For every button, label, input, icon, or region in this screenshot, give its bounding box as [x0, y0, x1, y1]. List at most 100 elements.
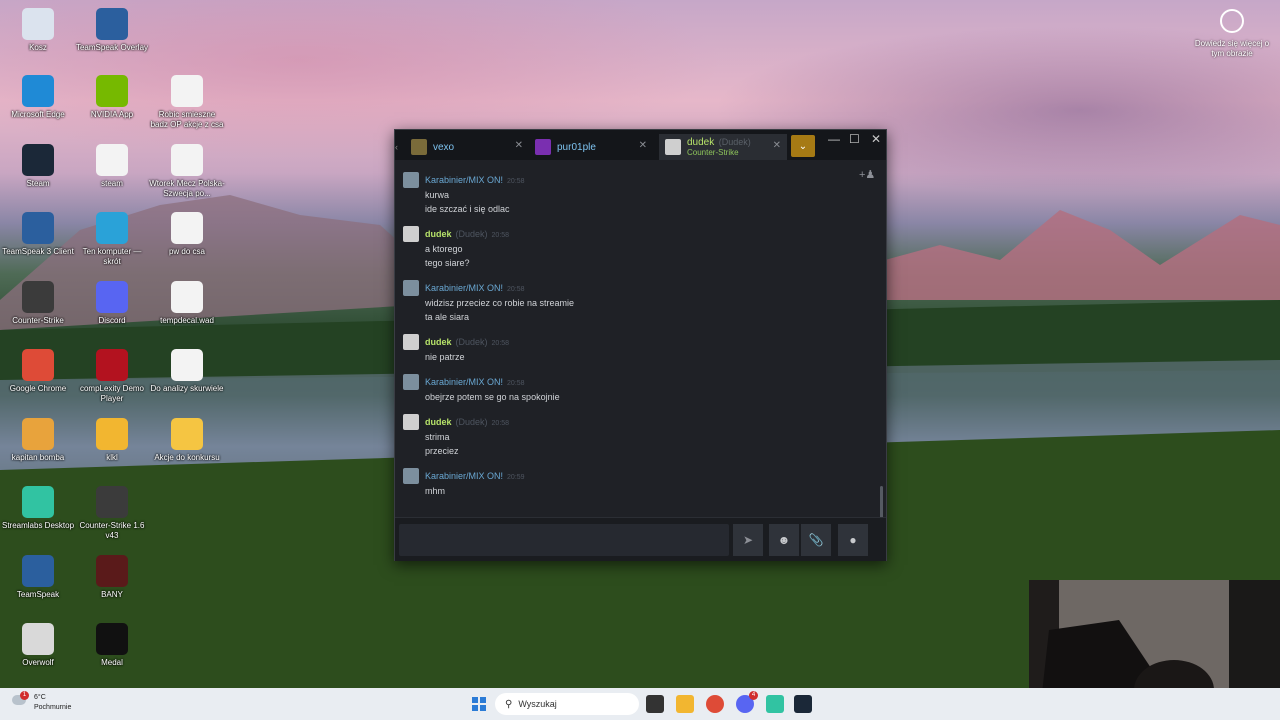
tab-pur01ple[interactable]: pur01ple ✕	[535, 134, 653, 160]
desktop-icon[interactable]: Counter-Strike 1.6 v43	[74, 486, 150, 541]
friend-avatar[interactable]	[403, 172, 419, 188]
desktop-icon[interactable]: TeamSpeak	[0, 555, 76, 600]
text-file-icon	[171, 212, 203, 244]
taskbar: 1 6°C Pochmurnie ⚲ Wyszukaj 4	[0, 688, 1280, 720]
dudek-avatar[interactable]	[403, 334, 419, 350]
desktop-icon[interactable]: klkl	[74, 418, 150, 463]
desktop-icon[interactable]: Do analizy skurwiele	[149, 349, 225, 394]
message-text: mhm	[425, 486, 445, 496]
desktop-icon[interactable]: Kosz	[0, 8, 76, 53]
minimize-icon[interactable]: —	[828, 132, 840, 146]
maximize-icon[interactable]: ☐	[849, 132, 860, 146]
desktop-icon[interactable]: Counter-Strike	[0, 281, 76, 326]
friend-avatar[interactable]	[403, 468, 419, 484]
desktop-icon[interactable]: NVIDIA App	[74, 75, 150, 120]
desktop-icon[interactable]: TeamSpeak Overlay	[74, 8, 150, 53]
friend-avatar[interactable]	[403, 374, 419, 390]
close-icon[interactable]: ✕	[515, 140, 523, 151]
send-icon[interactable]: ➤	[733, 524, 763, 556]
task-view-icon[interactable]	[646, 695, 664, 713]
message-list: +♟ Karabinier/MIX ON! 20:58 kurwa ide szcza…	[395, 166, 886, 546]
message-text: tego siare?	[425, 258, 470, 268]
message-header: dudek (Dudek) 20:58	[425, 417, 509, 427]
desktop-icon[interactable]: Overwolf	[0, 623, 76, 668]
desktop-icon-label: Overwolf	[22, 658, 54, 667]
windows-start-icon[interactable]	[470, 695, 488, 713]
teamspeak-icon	[96, 8, 128, 40]
desktop-icon[interactable]: Steam	[0, 144, 76, 189]
steam-icon[interactable]	[794, 695, 812, 713]
message-text: nie patrze	[425, 352, 465, 362]
learn-more-label: Dowiedz się więcej o tym obrazie	[1194, 39, 1270, 58]
message-author[interactable]: dudek	[425, 337, 452, 347]
text-file-icon	[171, 144, 203, 176]
desktop-icon[interactable]: kapitan bomba	[0, 418, 76, 463]
tab-scroll-left[interactable]: ‹	[395, 134, 401, 160]
voice-icon[interactable]: ●	[838, 524, 868, 556]
desktop-icon-label: klkl	[106, 453, 118, 462]
desktop-icon[interactable]: Microsoft Edge	[0, 75, 76, 120]
input-bar: ➤ ☻ 📎 ●	[395, 517, 886, 561]
teamspeak-icon	[22, 212, 54, 244]
message-author[interactable]: Karabinier/MIX ON!	[425, 175, 503, 185]
message-author[interactable]: dudek	[425, 417, 452, 427]
search-input[interactable]: ⚲ Wyszukaj	[495, 693, 639, 715]
message-input[interactable]	[399, 524, 729, 556]
folder-icon	[96, 418, 128, 450]
desktop-icon-label: Discord	[98, 316, 126, 325]
message-author[interactable]: Karabinier/MIX ON!	[425, 283, 503, 293]
desktop-icon[interactable]: compLexity Demo Player	[74, 349, 150, 404]
emoji-icon[interactable]: ☻	[769, 524, 799, 556]
desktop-icon[interactable]: TeamSpeak 3 Client	[0, 212, 76, 257]
counter-strike-icon	[22, 281, 54, 313]
desktop-icon-label: compLexity Demo Player	[79, 384, 145, 403]
message-author[interactable]: dudek	[425, 229, 452, 239]
message-text: ta ale siara	[425, 312, 470, 322]
close-icon[interactable]: ✕	[639, 140, 647, 151]
dudek-avatar[interactable]	[403, 226, 419, 242]
message-author[interactable]: Karabinier/MIX ON!	[425, 471, 503, 481]
message-time: 20:59	[507, 474, 525, 481]
close-icon[interactable]: ✕	[773, 140, 781, 151]
desktop-icon[interactable]: Ten komputer — skrót	[74, 212, 150, 267]
desktop-icon[interactable]: Wtorek Mecz Polska-Szwecja po...	[149, 144, 225, 199]
desktop-icon[interactable]: Akcje do konkursu	[149, 418, 225, 463]
counter-strike-icon	[96, 486, 128, 518]
desktop-icon[interactable]: BANY	[74, 555, 150, 600]
desktop-icon[interactable]: Streamlabs Desktop	[0, 486, 76, 531]
close-window-icon[interactable]: ✕	[871, 132, 881, 146]
desktop-icon[interactable]: steam	[74, 144, 150, 189]
tab-dudek[interactable]: dudek (Dudek) Counter-Strike ✕	[659, 134, 787, 160]
desktop-icon[interactable]: tempdecal.wad	[149, 281, 225, 326]
tab-game: Counter-Strike	[687, 148, 739, 157]
text-file-icon	[171, 75, 203, 107]
desktop-icon[interactable]: Google Chrome	[0, 349, 76, 394]
desktop-icon-label: TeamSpeak	[16, 590, 60, 599]
discord-badge: 4	[749, 691, 758, 700]
desktop-icon[interactable]: Discord	[74, 281, 150, 326]
desktop-icon[interactable]: pw do csa	[149, 212, 225, 257]
desktop-icon[interactable]: Robic smieszne badz OP akcje z csa	[149, 75, 225, 130]
image-icon	[96, 555, 128, 587]
discord-icon[interactable]: 4	[736, 691, 758, 713]
message-author[interactable]: Karabinier/MIX ON!	[425, 377, 503, 387]
friend-avatar[interactable]	[403, 280, 419, 296]
tab-nickname: (Dudek)	[718, 137, 751, 147]
add-friend-icon[interactable]: +♟	[859, 168, 875, 181]
message-time: 20:58	[507, 380, 525, 387]
streamlabs-icon[interactable]	[766, 695, 784, 713]
file-explorer-icon[interactable]	[676, 695, 694, 713]
dudek-avatar[interactable]	[403, 414, 419, 430]
weather-widget[interactable]: 1 6°C Pochmurnie	[10, 688, 90, 720]
message-text: przeciez	[425, 446, 459, 456]
desktop-icon[interactable]: Medal	[74, 623, 150, 668]
weather-badge: 1	[20, 691, 29, 700]
tab-vexo[interactable]: vexo ✕	[411, 134, 529, 160]
message-header: Karabinier/MIX ON! 20:58	[425, 175, 525, 185]
chrome-icon[interactable]	[706, 695, 724, 713]
attachment-icon[interactable]: 📎	[801, 524, 831, 556]
chevron-down-icon[interactable]: ⌄	[791, 135, 815, 157]
desktop-icon-label: Do analizy skurwiele	[150, 384, 224, 393]
learn-more-widget[interactable]: Dowiedz się więcej o tym obrazie	[1193, 9, 1271, 59]
message-text: widzisz przeciez co robie na streamie	[425, 298, 575, 308]
